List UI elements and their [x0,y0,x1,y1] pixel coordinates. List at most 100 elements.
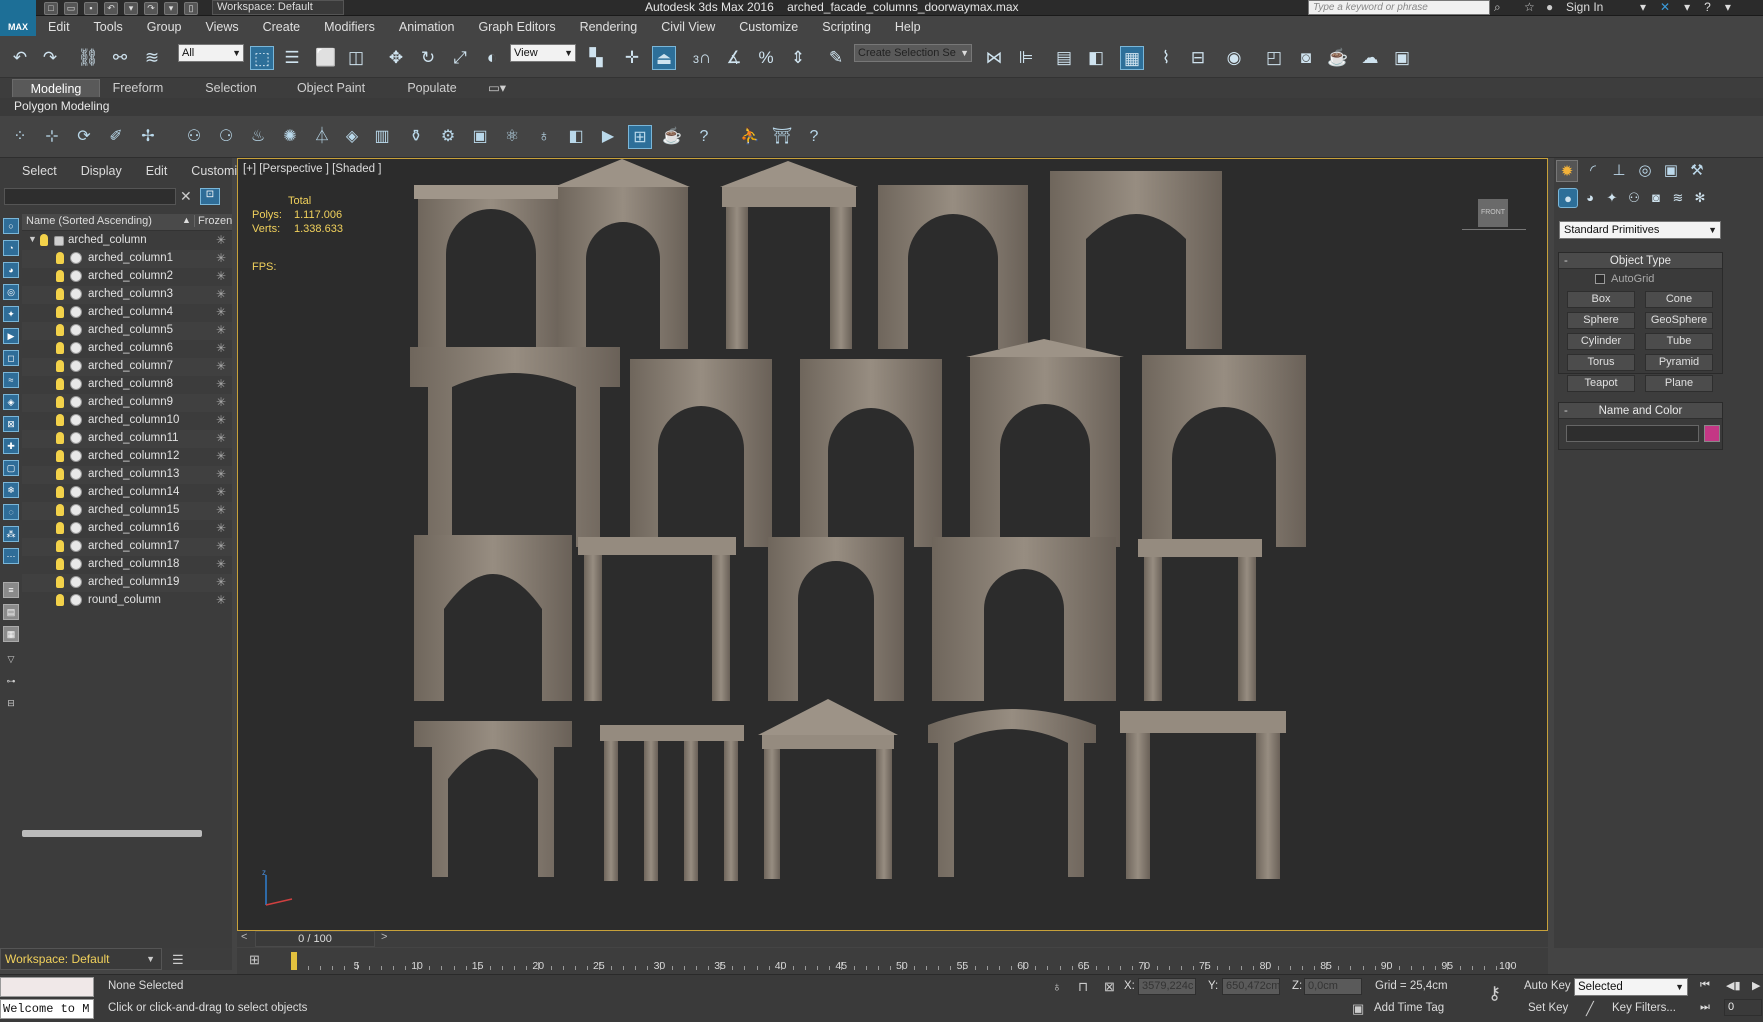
name-and-color-rollout-header[interactable]: - Name and Color [1559,403,1722,419]
use-pivot-center-icon[interactable]: ▚ [584,46,608,70]
geosphere-button[interactable]: GeoSphere [1645,312,1713,329]
frozen-toggle-icon[interactable]: ✳ [216,449,226,463]
arched-column-model[interactable] [1142,355,1306,547]
frozen-toggle-icon[interactable]: ✳ [216,395,226,409]
sun-icon[interactable]: ✺ [278,125,302,149]
people-icon[interactable]: ⛹ [738,125,762,149]
time-slider-next-icon[interactable]: > [381,931,387,943]
tab-object-paint[interactable]: Object Paint [290,79,372,97]
object-type-rollout-header[interactable]: - Object Type [1559,253,1722,269]
screen-icon[interactable]: ▣ [468,125,492,149]
lights-category-icon[interactable]: ✦ [1602,188,1622,208]
frozen-toggle-icon[interactable]: ✳ [216,341,226,355]
light-bulb-icon[interactable] [56,252,64,264]
list-item[interactable]: arched_column19 ✳ [22,574,232,592]
systems-category-icon[interactable]: ✻ [1690,188,1710,208]
light-bulb-icon[interactable] [56,414,64,426]
spinner-snap-icon[interactable]: ⇕ [786,46,810,70]
tube-button[interactable]: Tube [1645,333,1713,350]
search-icon[interactable]: ⌕ [1494,0,1501,15]
keyboard-shortcut-override-icon[interactable]: ⏏ [652,46,676,70]
key-filters-button[interactable]: Key Filters... [1612,1002,1676,1014]
menu-customize[interactable]: Customize [727,17,810,37]
redo-icon[interactable]: ↷ [38,46,62,70]
display-warps-icon[interactable]: ≈ [3,372,19,388]
list-icon[interactable]: ▤ [3,604,19,620]
project-folder-icon[interactable]: ▯ [184,1,198,15]
menu-create[interactable]: Create [251,17,313,37]
undo-dropdown-icon[interactable]: ▾ [124,1,138,15]
list-item[interactable]: arched_column9 ✳ [22,394,232,412]
unlink-selection-icon[interactable]: ⚯ [108,46,132,70]
frozen-toggle-icon[interactable]: ✳ [216,557,226,571]
display-hidden-icon[interactable]: ◌ [3,504,19,520]
light-bulb-icon[interactable] [56,288,64,300]
tab-modeling[interactable]: Modeling [12,79,100,97]
display-bones-icon[interactable]: ✚ [3,438,19,454]
person-arrow-icon[interactable]: ⛩ [770,125,794,149]
clear-search-icon[interactable]: ✕ [180,188,192,205]
select-and-scale-icon[interactable]: ⤢ [448,46,472,70]
curve-editor-icon[interactable]: ⌇ [1154,46,1178,70]
menu-edit[interactable]: Edit [36,17,82,37]
light-bulb-icon[interactable] [56,522,64,534]
frozen-toggle-icon[interactable]: ✳ [216,467,226,481]
display-geometry-icon[interactable]: ◕ [3,262,19,278]
list-view-icon[interactable]: ▦ [3,626,19,642]
pyramid-button[interactable]: Pyramid [1645,354,1713,371]
percent-snap-icon[interactable]: % [754,46,778,70]
space-warps-category-icon[interactable]: ≋ [1668,188,1688,208]
arched-column-model[interactable] [414,185,568,349]
help-button[interactable]: ? [1704,0,1711,14]
list-item[interactable]: arched_column5 ✳ [22,322,232,340]
perspective-viewport[interactable]: [+] [Perspective ] [Shaded ] Total Polys… [237,158,1548,931]
scene-icon[interactable]: ◈ [340,125,364,149]
frozen-toggle-icon[interactable]: ✳ [216,359,226,373]
redo-icon[interactable]: ↷ [144,1,158,15]
list-item[interactable]: arched_column15 ✳ [22,502,232,520]
list-item[interactable]: arched_column16 ✳ [22,520,232,538]
light-bulb-icon[interactable] [56,396,64,408]
layers-filter-icon[interactable]: ⊟ [3,696,19,712]
list-item[interactable]: arched_column13 ✳ [22,466,232,484]
arched-column-model[interactable] [878,185,1028,349]
filter-icon[interactable]: ▽ [3,652,19,668]
arched-column-model[interactable] [966,339,1124,547]
list-item[interactable]: arched_column4 ✳ [22,304,232,322]
document-icon[interactable]: ▥ [370,125,394,149]
light-icon[interactable]: ♨ [246,125,270,149]
play-icon[interactable]: ▶ [596,125,620,149]
open-file-icon[interactable]: ▭ [64,1,78,15]
tab-selection[interactable]: Selection [200,79,262,97]
toggle-layer-explorer-icon[interactable]: ◧ [1084,46,1108,70]
pivot-snap-icon[interactable]: ⊹ [40,125,64,149]
cylinder-button[interactable]: Cylinder [1567,333,1635,350]
display-xrefs-icon[interactable]: ⊠ [3,416,19,432]
cone-icon[interactable]: ⏃ [310,125,334,149]
key-tangent-icon[interactable]: ╱ [1586,1001,1594,1017]
frozen-toggle-icon[interactable]: ✳ [216,251,226,265]
arched-column-model[interactable] [932,537,1116,701]
rectangular-selection-icon[interactable]: ⬜ [314,46,338,70]
helpers-category-icon[interactable]: ◙ [1646,188,1666,208]
frozen-toggle-icon[interactable]: ✳ [216,521,226,535]
frozen-toggle-icon[interactable]: ✳ [216,431,226,445]
hierarchy-filter-icon[interactable]: ⊶ [3,674,19,690]
frozen-toggle-icon[interactable]: ✳ [216,269,226,283]
previous-frame-icon[interactable]: ◀▮ [1726,979,1741,992]
help-arrow-icon[interactable]: ▾ [1725,0,1731,14]
redo-dropdown-icon[interactable]: ▾ [164,1,178,15]
light-bulb-icon[interactable] [56,450,64,462]
frozen-toggle-icon[interactable]: ✳ [216,485,226,499]
play-icon[interactable]: ▶ [1752,979,1760,992]
light-bulb-icon[interactable] [56,324,64,336]
menu-help[interactable]: Help [883,17,933,37]
track-bar[interactable]: ⊞ 5 10 15 20 25 30 35 40 45 50 55 60 65 70 75 80 85 90 95 1… [237,948,1548,974]
workspace-selector[interactable]: Workspace: Default ▼ [0,948,162,970]
menu-animation[interactable]: Animation [387,17,467,37]
display-frozen-icon[interactable]: ❄ [3,482,19,498]
menu-rendering[interactable]: Rendering [568,17,650,37]
list-item[interactable]: arched_column17 ✳ [22,538,232,556]
plane-button[interactable]: Plane [1645,375,1713,392]
arched-column-model[interactable] [768,537,904,701]
